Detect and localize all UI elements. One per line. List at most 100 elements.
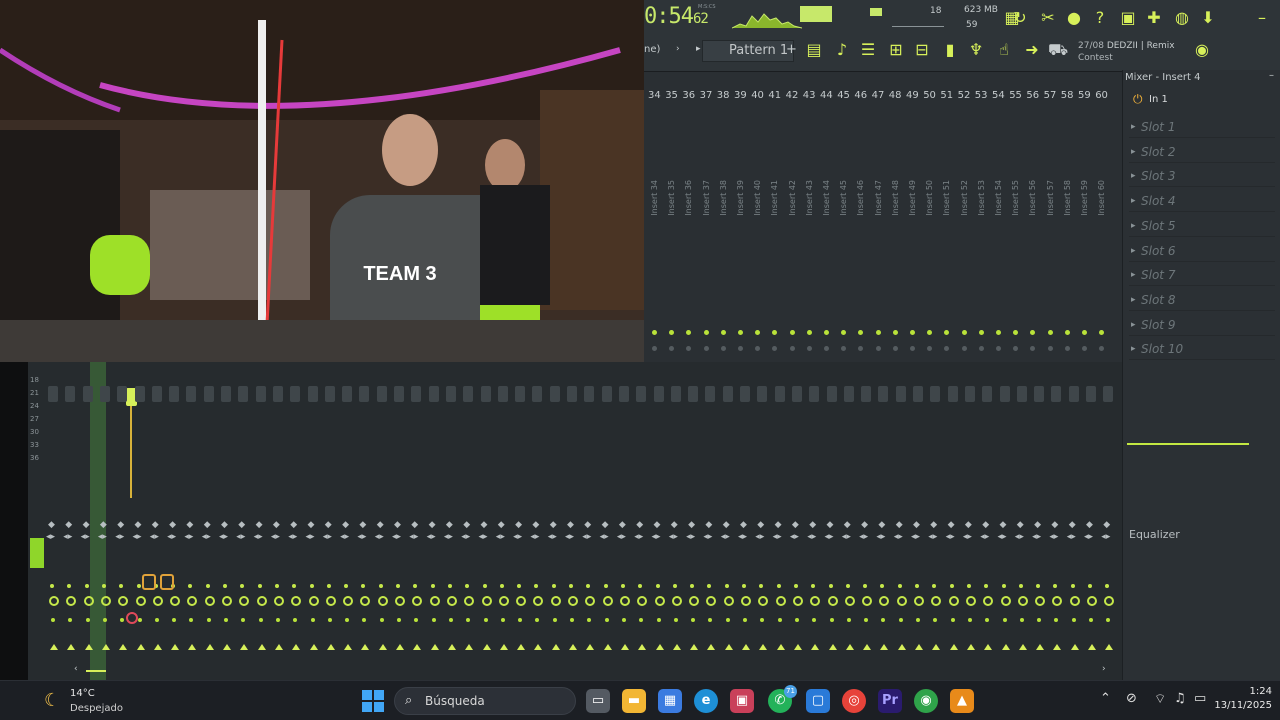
route-indicator[interactable] xyxy=(188,584,193,588)
stereo-separation[interactable]: ◆ xyxy=(671,520,678,530)
route-dot[interactable] xyxy=(875,330,881,335)
piano-roll-icon[interactable]: ♪ xyxy=(832,40,852,60)
route-indicator[interactable] xyxy=(880,584,885,588)
volume-fader[interactable] xyxy=(964,386,975,402)
minimize-icon[interactable]: – xyxy=(1252,8,1272,28)
send-arrow[interactable] xyxy=(724,644,733,650)
stereo-separation[interactable]: ◆ xyxy=(83,520,90,530)
route-indicator[interactable] xyxy=(690,584,695,588)
mute-indicator[interactable] xyxy=(500,618,505,622)
route-indicator[interactable] xyxy=(1001,584,1006,588)
route-indicator[interactable] xyxy=(586,584,591,588)
volume-fader[interactable] xyxy=(497,386,508,402)
insert-name[interactable]: Insert 54 xyxy=(994,180,1003,216)
route-dot[interactable] xyxy=(669,330,675,335)
mute-indicator[interactable] xyxy=(916,618,920,622)
insert-name[interactable]: Insert 49 xyxy=(908,180,917,216)
send-arrow[interactable] xyxy=(966,644,975,650)
stereo-separation[interactable]: ◆ xyxy=(515,520,522,530)
send-arrow[interactable] xyxy=(1105,644,1114,650)
route-indicator[interactable] xyxy=(465,584,470,588)
stereo-separation[interactable]: ◆ xyxy=(636,520,643,530)
effect-slot[interactable]: Slot 4 xyxy=(1129,190,1275,213)
route-indicator[interactable] xyxy=(378,584,383,588)
stereo-separation[interactable]: ◆ xyxy=(186,520,193,530)
route-indicator[interactable] xyxy=(932,584,937,588)
route-dot[interactable] xyxy=(789,330,795,335)
mute-indicator[interactable] xyxy=(68,618,73,622)
route-indicator[interactable] xyxy=(205,584,210,588)
mute-indicator[interactable] xyxy=(483,618,488,622)
route-dot[interactable] xyxy=(978,330,984,335)
insert-name[interactable]: Insert 58 xyxy=(1063,180,1072,216)
volume-fader[interactable] xyxy=(376,386,387,402)
mute-indicator[interactable] xyxy=(898,618,903,622)
send-arrow[interactable] xyxy=(240,644,249,650)
volume-fader[interactable] xyxy=(584,386,595,402)
send-knob[interactable] xyxy=(792,596,803,606)
route-indicator[interactable] xyxy=(1105,584,1110,588)
volume-fader[interactable] xyxy=(670,386,681,402)
send-knob[interactable] xyxy=(931,596,942,606)
stereo-separation[interactable]: ◆ xyxy=(532,520,539,530)
send-knob[interactable] xyxy=(325,596,336,606)
route-indicator[interactable] xyxy=(551,584,556,588)
stereo-separation[interactable]: ◆ xyxy=(792,520,799,530)
mute-indicator[interactable] xyxy=(1054,618,1059,622)
stereo-separation[interactable]: ◆ xyxy=(1017,520,1024,530)
route-dot[interactable] xyxy=(806,330,812,335)
mute-indicator[interactable] xyxy=(275,618,280,622)
send-arrow[interactable] xyxy=(880,644,889,650)
pattern-mode[interactable]: ne) xyxy=(644,44,660,55)
route-dot[interactable] xyxy=(892,330,898,335)
scroll-left-icon[interactable]: ‹ xyxy=(74,664,78,674)
battery-icon[interactable]: ▭ xyxy=(1194,691,1206,706)
route-indicator[interactable] xyxy=(517,584,522,588)
send-knob[interactable] xyxy=(758,596,769,606)
insert-name[interactable]: Insert 48 xyxy=(891,180,900,216)
send-knob[interactable] xyxy=(239,596,250,606)
mute-indicator[interactable] xyxy=(241,618,246,622)
send-arrow[interactable] xyxy=(223,644,231,650)
send-arrow[interactable] xyxy=(672,644,681,650)
mute-indicator[interactable] xyxy=(466,618,471,622)
store-icon[interactable]: ▦ xyxy=(658,689,682,713)
send-arrow[interactable] xyxy=(1018,644,1027,650)
pan-control[interactable]: ◂▸ xyxy=(236,532,245,542)
insert-name[interactable]: Insert 53 xyxy=(977,180,986,216)
route-indicator[interactable] xyxy=(326,584,331,588)
send-arrow[interactable] xyxy=(1036,644,1045,650)
send-arrow[interactable] xyxy=(655,644,664,650)
route-indicator[interactable] xyxy=(845,584,850,588)
volume-fader[interactable] xyxy=(791,386,802,402)
route-indicator[interactable] xyxy=(50,584,54,588)
route-indicator[interactable] xyxy=(499,584,504,588)
send-arrow[interactable] xyxy=(153,644,162,650)
send-knob[interactable] xyxy=(170,596,181,606)
send-arrow[interactable] xyxy=(257,644,266,650)
send-knob[interactable] xyxy=(1052,596,1063,606)
route-indicator[interactable] xyxy=(534,584,539,588)
route-indicator[interactable] xyxy=(1018,584,1023,588)
stereo-separation[interactable]: ◆ xyxy=(930,520,937,530)
volume-fader[interactable] xyxy=(290,386,301,402)
route-indicator[interactable] xyxy=(672,584,677,588)
volume-fader[interactable] xyxy=(878,386,889,402)
send-knob[interactable] xyxy=(464,596,475,606)
send-arrow[interactable] xyxy=(119,644,128,650)
pan-control[interactable]: ◂▸ xyxy=(773,532,782,542)
route-indicator[interactable] xyxy=(447,584,452,588)
send-arrow[interactable] xyxy=(378,644,387,650)
browser-icon[interactable]: ⊟ xyxy=(912,40,932,60)
route-dot[interactable] xyxy=(927,330,933,335)
volume-fader[interactable] xyxy=(324,386,335,402)
mute-indicator[interactable] xyxy=(172,618,177,622)
send-arrow[interactable] xyxy=(84,644,93,650)
send-knob[interactable] xyxy=(741,596,751,606)
send-arrow[interactable] xyxy=(1001,644,1010,650)
globe-icon[interactable]: ◉ xyxy=(1192,40,1212,60)
stereo-separation[interactable]: ◆ xyxy=(584,520,591,530)
mute-indicator[interactable] xyxy=(1037,618,1042,622)
stereo-separation[interactable]: ◆ xyxy=(238,520,245,530)
send-knob[interactable] xyxy=(568,596,578,606)
